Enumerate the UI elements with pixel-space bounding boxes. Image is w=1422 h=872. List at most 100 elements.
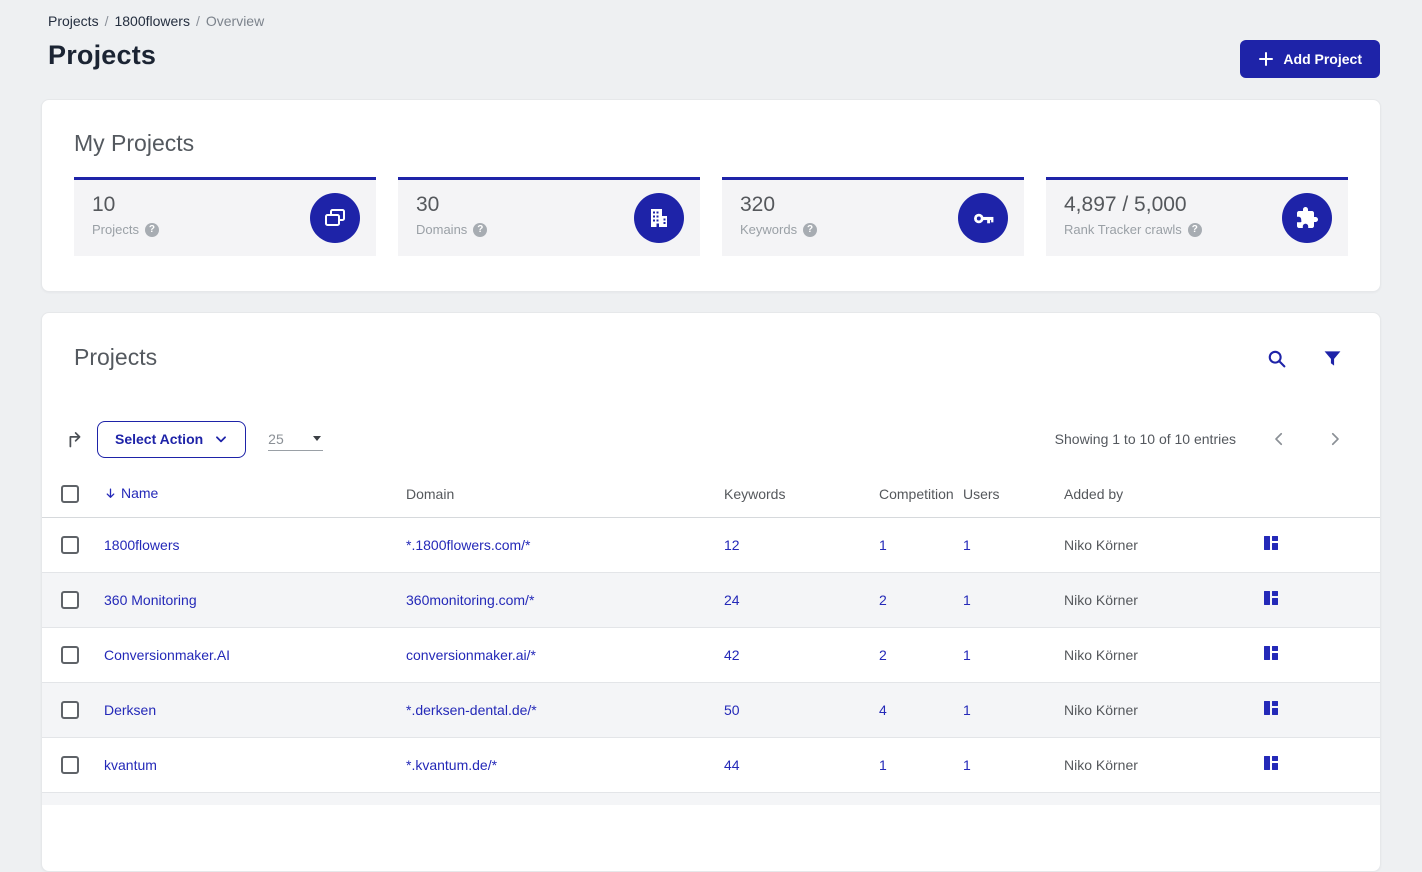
- column-header-name[interactable]: Name: [121, 485, 158, 501]
- project-dashboard-button[interactable]: [1263, 755, 1279, 771]
- breadcrumb-separator: /: [104, 13, 109, 29]
- table-row: 1800flowers *.1800flowers.com/* 12 1 1 N…: [42, 517, 1380, 572]
- add-project-label: Add Project: [1283, 51, 1362, 67]
- row-checkbox[interactable]: [61, 645, 79, 664]
- help-icon[interactable]: [473, 222, 488, 237]
- project-name-link[interactable]: Conversionmaker.AI: [104, 647, 230, 663]
- project-domain-link[interactable]: 360monitoring.com/*: [406, 592, 534, 608]
- add-project-button[interactable]: Add Project: [1240, 40, 1380, 78]
- project-keywords-link[interactable]: 12: [724, 537, 740, 553]
- chevron-right-icon: [1326, 430, 1344, 448]
- table-row: Conversionmaker.AI conversionmaker.ai/* …: [42, 627, 1380, 682]
- export-arrow-icon: [66, 429, 87, 450]
- breadcrumb-project-name[interactable]: 1800flowers: [114, 13, 190, 29]
- project-domain-link[interactable]: *.derksen-dental.de/*: [406, 702, 537, 718]
- filter-button[interactable]: [1321, 346, 1344, 371]
- project-name-link[interactable]: 1800flowers: [104, 537, 180, 553]
- project-name-link[interactable]: 360 Monitoring: [104, 592, 197, 608]
- select-all-checkbox[interactable]: [61, 484, 79, 503]
- project-users-link[interactable]: 1: [963, 592, 971, 608]
- dashboard-icon: [1263, 700, 1279, 716]
- chevron-down-icon: [214, 432, 228, 446]
- pagination-prev-button[interactable]: [1268, 428, 1290, 450]
- project-competition-link[interactable]: 2: [879, 647, 887, 663]
- project-users-link[interactable]: 1: [963, 647, 971, 663]
- breadcrumb-projects[interactable]: Projects: [48, 13, 99, 29]
- project-name-link[interactable]: kvantum: [104, 757, 157, 773]
- table-row: kvantum *.kvantum.de/* 44 1 1 Niko Körne…: [42, 737, 1380, 792]
- page-size-value: 25: [268, 430, 284, 447]
- table-row: Derksen *.derksen-dental.de/* 50 4 1 Nik…: [42, 682, 1380, 737]
- table-toolbar: Select Action 25 Showing 1 to 10 of 10 e…: [64, 419, 1346, 459]
- stat-domains-label: Domains: [416, 222, 468, 237]
- project-users-link[interactable]: 1: [963, 757, 971, 773]
- project-users-link[interactable]: 1: [963, 702, 971, 718]
- building-icon: [634, 193, 684, 243]
- row-checkbox[interactable]: [61, 700, 79, 719]
- dashboard-icon: [1263, 590, 1279, 606]
- project-domain-link[interactable]: conversionmaker.ai/*: [406, 647, 536, 663]
- project-keywords-link[interactable]: 50: [724, 702, 740, 718]
- breadcrumb: Projects / 1800flowers / Overview: [48, 13, 264, 29]
- pagination-next-button[interactable]: [1324, 428, 1346, 450]
- help-icon[interactable]: [1187, 222, 1202, 237]
- column-header-competition[interactable]: Competition: [879, 471, 963, 518]
- select-action-label: Select Action: [115, 431, 204, 447]
- stat-grid: 10 Projects 30 Domains: [74, 177, 1348, 256]
- project-competition-link[interactable]: 1: [879, 537, 887, 553]
- project-dashboard-button[interactable]: [1263, 590, 1279, 606]
- project-keywords-link[interactable]: 42: [724, 647, 740, 663]
- puzzle-icon: [1282, 193, 1332, 243]
- next-row-partial: [42, 792, 1380, 805]
- project-domain-link[interactable]: *.1800flowers.com/*: [406, 537, 531, 553]
- project-competition-link[interactable]: 1: [879, 757, 887, 773]
- column-header-added-by[interactable]: Added by: [1064, 471, 1263, 518]
- page-title: Projects: [48, 40, 157, 70]
- help-icon[interactable]: [144, 222, 159, 237]
- projects-panel-title: Projects: [74, 344, 158, 370]
- stat-projects-label: Projects: [92, 222, 139, 237]
- row-checkbox[interactable]: [61, 590, 79, 609]
- projects-table: Name Domain Keywords Competition Users A…: [42, 471, 1380, 793]
- search-button[interactable]: [1264, 346, 1289, 371]
- projects-table-body: 1800flowers *.1800flowers.com/* 12 1 1 N…: [42, 517, 1380, 792]
- project-added-by: Niko Körner: [1064, 756, 1138, 773]
- stat-domains: 30 Domains: [398, 177, 700, 256]
- column-header-keywords[interactable]: Keywords: [724, 471, 879, 518]
- stat-keywords-label: Keywords: [740, 222, 798, 237]
- dashboard-icon: [1263, 535, 1279, 551]
- project-added-by: Niko Körner: [1064, 536, 1138, 553]
- project-domain-link[interactable]: *.kvantum.de/*: [406, 757, 497, 773]
- sort-desc-icon: [104, 487, 117, 500]
- stat-projects: 10 Projects: [74, 177, 376, 256]
- export-button[interactable]: [64, 427, 89, 452]
- breadcrumb-separator: /: [195, 13, 200, 29]
- column-header-users[interactable]: Users: [963, 471, 1064, 518]
- dashboard-icon: [1263, 645, 1279, 661]
- search-icon: [1266, 348, 1287, 369]
- column-header-domain[interactable]: Domain: [406, 471, 724, 518]
- project-keywords-link[interactable]: 44: [724, 757, 740, 773]
- stat-rank-tracker-label: Rank Tracker crawls: [1064, 222, 1182, 237]
- project-dashboard-button[interactable]: [1263, 535, 1279, 551]
- project-dashboard-button[interactable]: [1263, 645, 1279, 661]
- project-dashboard-button[interactable]: [1263, 700, 1279, 716]
- project-keywords-link[interactable]: 24: [724, 592, 740, 608]
- page-size-select[interactable]: 25: [268, 427, 324, 451]
- filter-icon: [1323, 349, 1342, 368]
- table-header-row: Name Domain Keywords Competition Users A…: [42, 471, 1380, 518]
- plus-icon: [1258, 51, 1274, 67]
- row-checkbox[interactable]: [61, 755, 79, 774]
- row-checkbox[interactable]: [61, 535, 79, 554]
- help-icon[interactable]: [803, 222, 818, 237]
- stat-rank-tracker: 4,897 / 5,000 Rank Tracker crawls: [1046, 177, 1348, 256]
- project-users-link[interactable]: 1: [963, 537, 971, 553]
- select-arrow-icon: [313, 436, 322, 441]
- projects-panel: Projects Select Action 25 Showing 1 to 1…: [41, 312, 1381, 872]
- project-competition-link[interactable]: 2: [879, 592, 887, 608]
- projects-copy-icon: [310, 193, 360, 243]
- project-name-link[interactable]: Derksen: [104, 702, 156, 718]
- project-competition-link[interactable]: 4: [879, 702, 887, 718]
- project-added-by: Niko Körner: [1064, 646, 1138, 663]
- select-action-dropdown[interactable]: Select Action: [97, 420, 247, 458]
